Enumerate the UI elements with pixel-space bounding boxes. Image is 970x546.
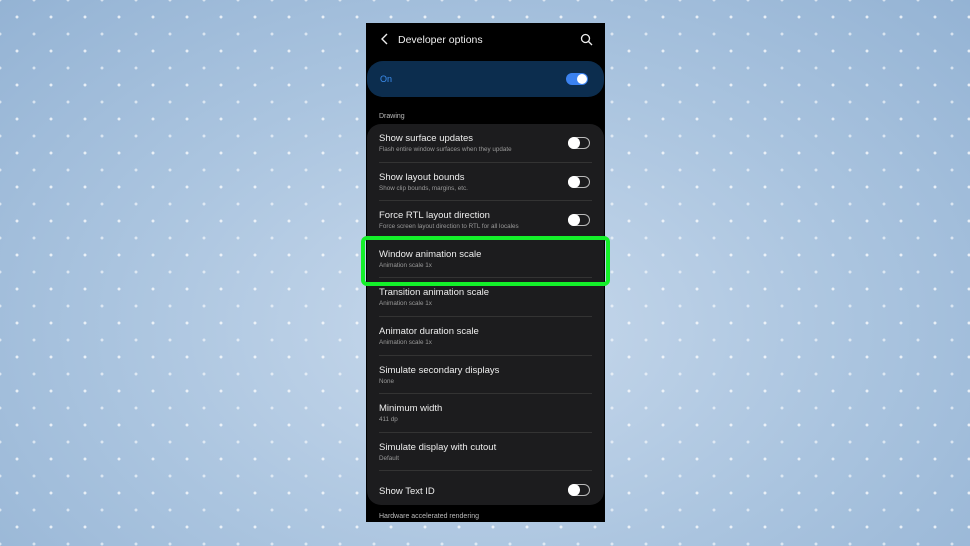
master-switch-label: On xyxy=(380,74,393,84)
setting-title: Simulate display with cutout xyxy=(379,441,497,453)
master-toggle[interactable] xyxy=(566,73,588,85)
setting-title: Show Text ID xyxy=(379,486,435,498)
developer-options-master-switch[interactable]: On xyxy=(367,61,604,97)
toggle-switch[interactable] xyxy=(568,214,590,227)
setting-subtitle: Animation scale 1x xyxy=(379,300,432,308)
chevron-left-icon[interactable] xyxy=(378,32,392,46)
setting-title: Simulate secondary displays xyxy=(379,364,500,376)
app-header: Developer options xyxy=(366,23,605,57)
search-icon[interactable] xyxy=(580,33,593,46)
setting-subtitle: None xyxy=(379,377,395,385)
setting-title: Show surface updates xyxy=(379,133,474,144)
setting-title: Transition animation scale xyxy=(379,287,490,299)
toggle-switch[interactable] xyxy=(568,137,590,149)
section-header-hardware-accelerated-rendering: Hardware accelerated rendering xyxy=(379,513,479,520)
section-header-drawing: Drawing xyxy=(379,113,405,120)
page-title: Developer options xyxy=(398,34,483,46)
setting-minimum-width[interactable]: Minimum width 411 dp xyxy=(367,394,604,433)
drawing-settings-list: Show surface updates Flash entire window … xyxy=(367,124,604,505)
setting-simulate-secondary-displays[interactable]: Simulate secondary displays None xyxy=(367,356,604,395)
setting-simulate-display-with-cutout[interactable]: Simulate display with cutout Default xyxy=(367,433,604,472)
setting-title: Force RTL layout direction xyxy=(379,210,490,222)
setting-subtitle: Show clip bounds, margins, etc. xyxy=(379,184,468,192)
highlight-box xyxy=(361,236,610,286)
setting-subtitle: Animation scale 1x xyxy=(379,339,432,346)
setting-show-layout-bounds[interactable]: Show layout bounds Show clip bounds, marg… xyxy=(367,163,604,202)
toggle-switch[interactable] xyxy=(568,175,590,188)
setting-subtitle: Force screen layout direction to RTL for… xyxy=(379,223,519,231)
toggle-switch[interactable] xyxy=(568,484,590,497)
setting-subtitle: Default xyxy=(379,454,399,462)
setting-title: Minimum width xyxy=(379,403,443,415)
setting-force-rtl-layout-direction[interactable]: Force RTL layout direction Force screen l… xyxy=(367,201,604,240)
setting-show-text-id[interactable]: Show Text ID xyxy=(367,471,604,510)
setting-subtitle: Flash entire window surfaces when they u… xyxy=(379,146,512,153)
setting-animator-duration-scale[interactable]: Animator duration scale Animation scale 1… xyxy=(367,317,604,356)
setting-show-surface-updates[interactable]: Show surface updates Flash entire window … xyxy=(367,124,604,163)
setting-subtitle: 411 dp xyxy=(379,416,398,424)
setting-title: Animator duration scale xyxy=(379,326,479,337)
setting-title: Show layout bounds xyxy=(379,171,465,183)
